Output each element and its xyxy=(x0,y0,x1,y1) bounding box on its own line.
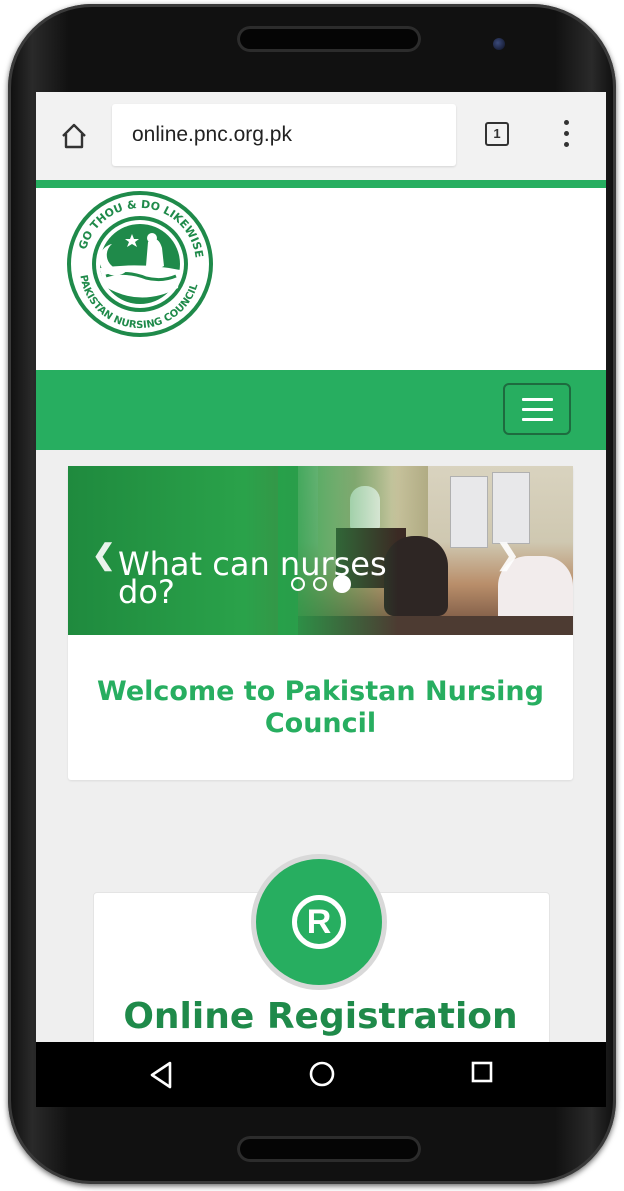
image-carousel[interactable]: What can nurses do? ❮ ❯ xyxy=(68,466,573,635)
top-accent-line xyxy=(36,180,606,188)
url-text: online.pnc.org.pk xyxy=(132,123,292,146)
top-speaker xyxy=(237,26,421,52)
hamburger-menu-button[interactable] xyxy=(503,383,571,435)
carousel-caption: What can nurses do? xyxy=(118,545,387,611)
tabs-button[interactable]: 1 xyxy=(485,122,509,146)
carousel-dot-active[interactable] xyxy=(333,575,351,593)
photo-poster xyxy=(492,472,530,544)
carousel-prev-icon[interactable]: ❮ xyxy=(92,538,115,571)
pnc-logo[interactable]: GO THOU & DO LIKEWISE PAKISTAN NURSING C… xyxy=(66,190,214,338)
back-icon[interactable] xyxy=(148,1060,174,1090)
navbar xyxy=(36,370,606,450)
recent-apps-icon[interactable] xyxy=(470,1060,494,1084)
overflow-menu-icon[interactable] xyxy=(558,120,574,150)
home-circle-icon[interactable] xyxy=(308,1060,336,1088)
carousel-dot[interactable] xyxy=(313,577,327,591)
android-nav-bar xyxy=(36,1042,606,1107)
carousel-next-icon[interactable]: ❯ xyxy=(496,538,519,571)
registered-icon: R xyxy=(292,895,346,949)
registration-title[interactable]: Online Registration xyxy=(93,996,548,1037)
photo-poster xyxy=(450,476,488,548)
carousel-dot[interactable] xyxy=(291,577,305,591)
registration-badge[interactable]: R xyxy=(251,854,387,990)
browser-toolbar: online.pnc.org.pk 1 xyxy=(36,92,606,180)
camera-icon xyxy=(493,38,505,50)
url-bar[interactable]: online.pnc.org.pk xyxy=(112,104,456,166)
bottom-speaker xyxy=(237,1136,421,1162)
home-icon[interactable] xyxy=(60,122,88,150)
screen: online.pnc.org.pk 1 GO THOU & DO LIKEWIS… xyxy=(36,92,606,1107)
welcome-heading: Welcome to Pakistan Nursing Council xyxy=(97,676,544,739)
